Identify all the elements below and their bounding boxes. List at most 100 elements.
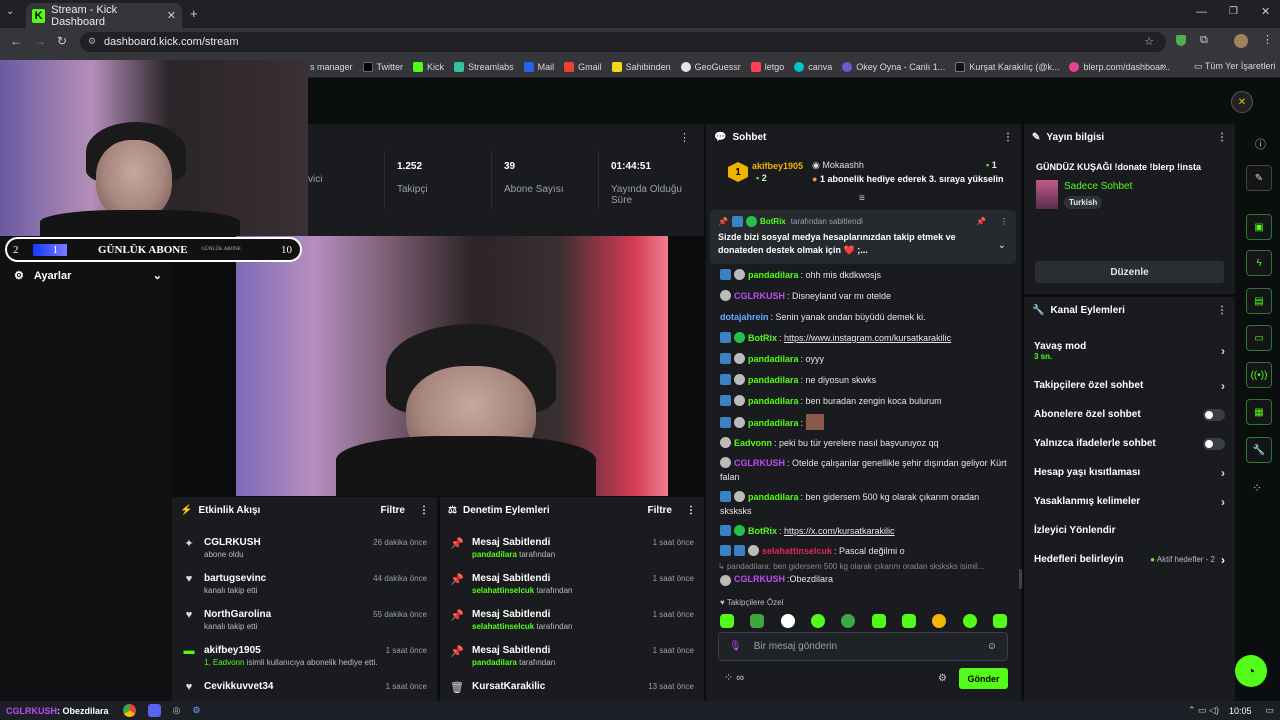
- edit-button[interactable]: Düzenle: [1035, 261, 1224, 283]
- toggle-switch[interactable]: [1203, 408, 1225, 421]
- stream-category[interactable]: Sadece Sohbet: [1064, 181, 1132, 192]
- microphone-icon[interactable]: 🎙: [729, 641, 742, 652]
- moderation-menu-icon[interactable]: ⋮: [686, 505, 696, 516]
- bookmark-item[interactable]: Twitter: [362, 61, 403, 72]
- emote-icon[interactable]: [932, 614, 947, 628]
- chat-message[interactable]: BotRix: https://x.com/kursatkarakilic: [706, 521, 1021, 541]
- user-avatar[interactable]: ✕: [1231, 91, 1253, 113]
- chat-message[interactable]: dotajahrein: Senin yanak ondan büyüdü de…: [706, 306, 1021, 327]
- profile-avatar[interactable]: [1234, 34, 1248, 48]
- browser-tab[interactable]: K Stream - Kick Dashboard ✕: [26, 3, 182, 28]
- chat-message[interactable]: Eadvonn: peki bu tür yerelere nasıl başv…: [706, 433, 1021, 453]
- chat-message[interactable]: pandadilara: ne diyosun skwks: [706, 369, 1021, 390]
- extensions-icon[interactable]: ⧉: [1200, 34, 1208, 47]
- chat-message[interactable]: pandadilara: oyyy: [706, 348, 1021, 369]
- bookmark-item[interactable]: Gmail: [564, 61, 602, 72]
- minimize-icon[interactable]: —: [1196, 6, 1207, 18]
- send-button[interactable]: Gönder: [959, 668, 1008, 689]
- emote-icon[interactable]: [810, 614, 825, 628]
- emote-icon[interactable]: [871, 614, 886, 628]
- channel-action-item[interactable]: İzleyici Yönlendir: [1024, 516, 1235, 545]
- chat-username[interactable]: pandadilara: [748, 270, 799, 280]
- emote-icon[interactable]: [992, 614, 1007, 628]
- chat-message[interactable]: CGLRKUSH: Obezdilara: [720, 574, 833, 586]
- restore-icon[interactable]: ❐: [1229, 6, 1238, 17]
- forward-icon[interactable]: →: [34, 34, 46, 48]
- bookmark-item[interactable]: Mail: [523, 61, 554, 72]
- screen-icon[interactable]: ▣: [1246, 214, 1272, 240]
- apps-icon[interactable]: ⁘: [1252, 481, 1262, 495]
- bookmark-item[interactable]: Sahibinden: [611, 61, 671, 72]
- chat-username[interactable]: dotajahrein: [720, 312, 769, 322]
- activity-menu-icon[interactable]: ⋮: [419, 505, 429, 516]
- emote-icon[interactable]: [720, 614, 734, 628]
- chat-username[interactable]: pandadilara: [748, 396, 799, 406]
- tray-icons[interactable]: ⌃ ▭ ◁): [1188, 705, 1219, 716]
- bookmark-item[interactable]: Kick: [413, 61, 444, 72]
- emote-icon[interactable]: [962, 614, 977, 628]
- emote-icon[interactable]: [901, 614, 916, 628]
- support-chat-icon[interactable]: ◔: [1235, 655, 1267, 687]
- chat-username[interactable]: selahattinselcuk: [762, 546, 832, 556]
- channel-action-item[interactable]: Takipçilere özel sohbet ›: [1024, 371, 1235, 400]
- activity-row[interactable]: ♥ bartugsevinc kanalı takip etti 44 dakika …: [172, 569, 437, 605]
- bookmark-item[interactable]: Streamlabs: [454, 61, 514, 72]
- back-icon[interactable]: ←: [10, 34, 22, 48]
- emote-icon[interactable]: [841, 614, 856, 628]
- stream-preview[interactable]: [172, 236, 704, 496]
- shield-extension-icon[interactable]: [1176, 35, 1186, 46]
- close-tab-icon[interactable]: ✕: [167, 9, 176, 22]
- chevron-right-icon[interactable]: ›: [1221, 466, 1225, 480]
- activity-row[interactable]: ✦ CGLRKUSH abone oldu 26 dakika önce: [172, 533, 437, 569]
- bookmark-item[interactable]: Okey Oyna - Canlı 1...: [842, 61, 945, 72]
- moderation-filter-button[interactable]: Filtre: [648, 505, 672, 516]
- pencil-icon[interactable]: ✎: [1246, 165, 1272, 191]
- discord-taskbar-icon[interactable]: [147, 704, 161, 717]
- chat-message[interactable]: CGLRKUSH: Otelde çalışanlar genellikle ş…: [706, 453, 1021, 487]
- wrench-icon[interactable]: 🔧: [1246, 437, 1272, 463]
- steam-taskbar-icon[interactable]: ⚙: [192, 705, 200, 716]
- bookmark-item[interactable]: blerp.com/dashboar...: [1069, 61, 1170, 72]
- all-bookmarks[interactable]: ▭ Tüm Yer İşaretleri: [1194, 61, 1275, 72]
- chat-tools-icon[interactable]: ⁘ ∞: [724, 671, 744, 684]
- bookmark-item[interactable]: s manager: [310, 62, 353, 72]
- channel-action-item[interactable]: Yalnızca ifadelerle sohbet: [1024, 429, 1235, 458]
- close-window-icon[interactable]: ✕: [1261, 5, 1270, 18]
- bookmark-item[interactable]: GeoGuessr: [680, 61, 741, 72]
- emote-icon[interactable]: [750, 614, 765, 628]
- chat-message[interactable]: selahattinselcuk: Pascal değilmi o: [706, 541, 1021, 561]
- chat-message[interactable]: pandadilara:: [706, 411, 1021, 433]
- new-tab-icon[interactable]: +: [190, 6, 198, 21]
- chevron-right-icon[interactable]: ›: [1221, 379, 1225, 393]
- chat-username[interactable]: pandadilara: [748, 375, 799, 385]
- settings-nav-item[interactable]: ⚙ Ayarlar ⌄: [14, 269, 162, 283]
- chat-username[interactable]: Eadvonn: [734, 438, 772, 448]
- layout-icon[interactable]: ▦: [1246, 399, 1272, 425]
- reload-icon[interactable]: ↻: [57, 34, 67, 48]
- chat-link[interactable]: https://x.com/kursatkarakilic: [784, 526, 895, 536]
- chat-menu-icon[interactable]: ⋮: [1003, 132, 1013, 143]
- chat-input[interactable]: 🎙 Bir mesaj gönderin ☺: [718, 632, 1008, 661]
- stream-info-menu-icon[interactable]: ⋮: [1217, 132, 1227, 143]
- channel-action-item[interactable]: Hesap yaşı kısıtlaması ›: [1024, 458, 1235, 487]
- chat-username[interactable]: CGLRKUSH: [734, 458, 785, 468]
- stats-menu-icon[interactable]: ⋮: [679, 131, 690, 144]
- menu-icon[interactable]: ⋮: [1262, 33, 1273, 46]
- chat-username[interactable]: pandadilara: [748, 492, 799, 502]
- moderation-row[interactable]: 📌 Mesaj Sabitlendi selahattinselcuk tarafı…: [440, 569, 704, 605]
- info-icon[interactable]: ⓘ: [1255, 136, 1266, 152]
- channel-action-item[interactable]: Hedefleri belirleyin ● Aktif hedefler - 2…: [1024, 545, 1235, 574]
- chat-username[interactable]: BotRix: [748, 333, 777, 343]
- chat-message[interactable]: BotRix: https://www.instagram.com/kursat…: [706, 327, 1021, 348]
- chat-scrollbar[interactable]: [1019, 569, 1022, 589]
- toggle-switch[interactable]: [1203, 437, 1225, 450]
- activity-row[interactable]: ♥ NorthGarolina kanalı takip etti 55 dakika…: [172, 605, 437, 641]
- activity-row[interactable]: ▬ akifbey1905 1, Eadvonn isimli kullanıcıy…: [172, 641, 437, 677]
- emote-icon[interactable]: [780, 614, 795, 628]
- clipboard-icon[interactable]: ▤: [1246, 288, 1272, 314]
- bookmark-item[interactable]: letgo: [750, 61, 784, 72]
- expand-leaderboard-icon[interactable]: ≡: [859, 193, 865, 204]
- site-info-icon[interactable]: ⚙: [88, 36, 96, 47]
- chat-username[interactable]: pandadilara: [748, 354, 799, 364]
- chat-link[interactable]: https://www.instagram.com/kursatkarakili…: [784, 333, 951, 343]
